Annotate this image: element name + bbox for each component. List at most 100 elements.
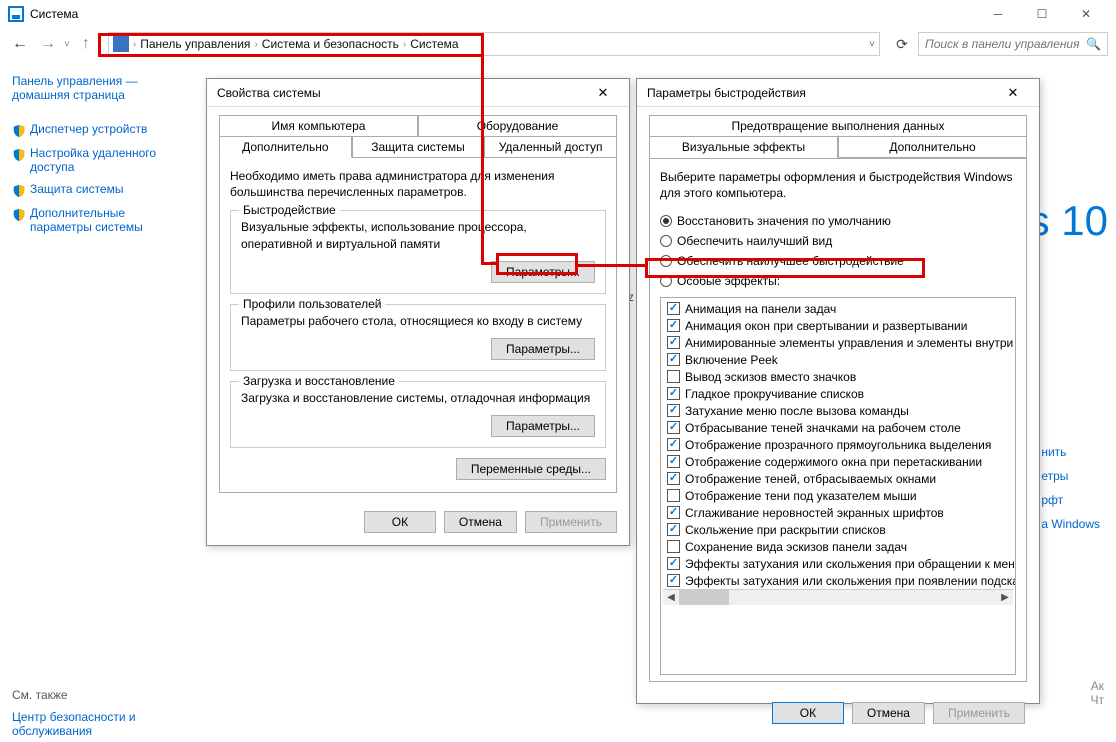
shield-icon <box>12 184 26 198</box>
checkbox-label: Включение Peek <box>685 353 778 367</box>
radio-option[interactable]: Обеспечить наилучший вид <box>660 231 1016 251</box>
sidebar-item[interactable]: Дополнительные параметры системы <box>12 202 188 238</box>
env-variables-button[interactable]: Переменные среды... <box>456 458 606 480</box>
radio-label: Обеспечить наилучший вид <box>677 234 832 248</box>
apply-button[interactable]: Применить <box>525 511 617 533</box>
checkbox-label: Анимированные элементы управления и элем… <box>685 336 1016 350</box>
checkbox-icon <box>667 302 680 315</box>
tab-dep[interactable]: Предотвращение выполнения данных <box>649 115 1027 136</box>
close-button[interactable]: ✕ <box>997 81 1029 105</box>
group-title: Загрузка и восстановление <box>239 374 399 388</box>
radio-option[interactable]: Обеспечить наилучшее быстродействие <box>660 251 1016 271</box>
computer-icon <box>8 6 24 22</box>
checkbox-option[interactable]: Отображение содержимого окна при перетас… <box>663 453 1013 470</box>
tab-system-protection[interactable]: Защита системы <box>352 136 485 158</box>
settings-button[interactable]: Параметры... <box>491 338 595 360</box>
checkbox-option[interactable]: Сохранение вида эскизов панели задач <box>663 538 1013 555</box>
search-box[interactable]: 🔍 <box>918 32 1108 56</box>
close-button[interactable]: ✕ <box>587 81 619 105</box>
checkbox-option[interactable]: Анимация окон при свертывании и разверты… <box>663 317 1013 334</box>
checkbox-option[interactable]: Сглаживание неровностей экранных шрифтов <box>663 504 1013 521</box>
checkbox-option[interactable]: Гладкое прокручивание списков <box>663 385 1013 402</box>
search-input[interactable] <box>925 37 1086 51</box>
ok-button[interactable]: ОК <box>364 511 436 533</box>
checkbox-option[interactable]: Отображение прозрачного прямоугольника в… <box>663 436 1013 453</box>
tab-visual-effects[interactable]: Визуальные эффекты <box>649 136 838 158</box>
settings-button[interactable]: Параметры... <box>491 415 595 437</box>
breadcrumb-item[interactable]: Система и безопасность <box>258 37 403 51</box>
breadcrumb-item[interactable]: Система <box>406 37 462 51</box>
refresh-button[interactable]: ⟳ <box>890 36 914 53</box>
checkbox-option[interactable]: Отображение теней, отбрасываемых окнами <box>663 470 1013 487</box>
checkbox-label: Отображение теней, отбрасываемых окнами <box>685 472 936 486</box>
history-dropdown-icon[interactable]: ˅ <box>64 39 70 50</box>
checkbox-option[interactable]: Анимация на панели задач <box>663 300 1013 317</box>
minimize-button[interactable]: ─ <box>976 0 1020 28</box>
horizontal-scrollbar[interactable]: ◀ ▶ <box>663 589 1013 605</box>
sidebar-home-link[interactable]: Панель управления — домашняя страница <box>12 70 188 106</box>
bg-partial-link: етры <box>1041 464 1100 488</box>
checkbox-option[interactable]: Скольжение при раскрытии списков <box>663 521 1013 538</box>
radio-label: Обеспечить наилучшее быстродействие <box>677 254 904 268</box>
ok-button[interactable]: ОК <box>772 702 844 724</box>
maximize-button[interactable]: ☐ <box>1020 0 1064 28</box>
bg-partial-link: нить <box>1041 440 1100 464</box>
sidebar-item-label: Настройка удаленного доступа <box>30 146 188 174</box>
group-box: Профили пользователейПараметры рабочего … <box>230 304 606 371</box>
shield-icon <box>12 148 26 162</box>
sidebar-item-label: Дополнительные параметры системы <box>30 206 188 234</box>
checkbox-option[interactable]: Отбрасывание теней значками на рабочем с… <box>663 419 1013 436</box>
dialog-title: Параметры быстродействия <box>647 86 806 100</box>
tab-remote[interactable]: Удаленный доступ <box>484 136 617 158</box>
see-also-link[interactable]: Центр безопасности и обслуживания <box>12 702 188 742</box>
checkbox-label: Анимация на панели задач <box>685 302 836 316</box>
checkbox-icon <box>667 472 680 485</box>
checkbox-option[interactable]: Анимированные элементы управления и элем… <box>663 334 1013 351</box>
radio-label: Восстановить значения по умолчанию <box>677 214 891 228</box>
sidebar-item[interactable]: Диспетчер устройств <box>12 118 188 142</box>
window-controls: ─ ☐ ✕ <box>976 0 1108 28</box>
tab-advanced[interactable]: Дополнительно <box>838 136 1027 158</box>
apply-button[interactable]: Применить <box>933 702 1025 724</box>
close-button[interactable]: ✕ <box>1064 0 1108 28</box>
back-button[interactable]: ← <box>8 35 32 53</box>
radio-option[interactable]: Особые эффекты: <box>660 271 1016 291</box>
chevron-down-icon[interactable]: ˅ <box>869 39 875 50</box>
radio-icon <box>660 215 672 227</box>
radio-option[interactable]: Восстановить значения по умолчанию <box>660 211 1016 231</box>
checkbox-option[interactable]: Включение Peek <box>663 351 1013 368</box>
cancel-button[interactable]: Отмена <box>852 702 925 724</box>
radio-icon <box>660 275 672 287</box>
see-also-label: См. также <box>12 688 188 702</box>
tab-computer-name[interactable]: Имя компьютера <box>219 115 418 137</box>
scroll-right-icon[interactable]: ▶ <box>997 590 1013 605</box>
cancel-button[interactable]: Отмена <box>444 511 517 533</box>
checkbox-option[interactable]: Эффекты затухания или скольжения при обр… <box>663 555 1013 572</box>
address-bar[interactable]: › Панель управления › Система и безопасн… <box>108 32 880 56</box>
dialog-title: Свойства системы <box>217 86 321 100</box>
settings-button[interactable]: Параметры... <box>491 261 595 283</box>
sidebar-item[interactable]: Защита системы <box>12 178 188 202</box>
checkbox-icon <box>667 421 680 434</box>
group-title: Профили пользователей <box>239 297 385 311</box>
tab-advanced[interactable]: Дополнительно <box>219 136 352 158</box>
tab-hardware[interactable]: Оборудование <box>418 115 617 137</box>
checkbox-option[interactable]: Затухание меню после вызова команды <box>663 402 1013 419</box>
intro-text: Необходимо иметь права администратора дл… <box>230 168 606 200</box>
checkbox-label: Скольжение при раскрытии списков <box>685 523 886 537</box>
checkbox-option[interactable]: Отображение тени под указателем мыши <box>663 487 1013 504</box>
checkbox-icon <box>667 319 680 332</box>
sidebar-item[interactable]: Настройка удаленного доступа <box>12 142 188 178</box>
group-box: Загрузка и восстановлениеЗагрузка и восс… <box>230 381 606 448</box>
sidebar-item-label: Диспетчер устройств <box>30 122 147 136</box>
forward-button[interactable]: → <box>36 35 60 53</box>
scroll-left-icon[interactable]: ◀ <box>663 590 679 605</box>
checkbox-option[interactable]: Эффекты затухания или скольжения при поя… <box>663 572 1013 589</box>
effects-checklist[interactable]: Анимация на панели задачАнимация окон пр… <box>660 297 1016 675</box>
breadcrumb-item[interactable]: Панель управления <box>136 37 254 51</box>
scroll-thumb[interactable] <box>679 590 729 605</box>
checkbox-icon <box>667 438 680 451</box>
checkbox-icon <box>667 455 680 468</box>
checkbox-option[interactable]: Вывод эскизов вместо значков <box>663 368 1013 385</box>
up-button[interactable]: ↑ <box>74 35 98 53</box>
